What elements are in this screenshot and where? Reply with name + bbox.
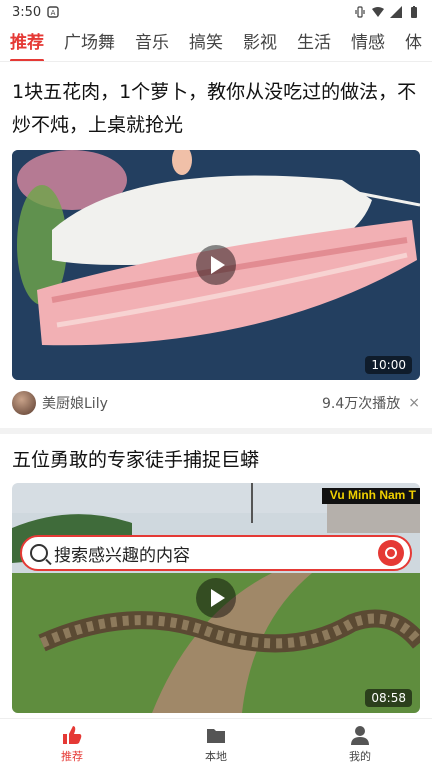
- notification-icon: A: [47, 6, 59, 18]
- user-icon: [351, 725, 369, 745]
- tab-movies[interactable]: 影视: [233, 24, 287, 61]
- nav-mine[interactable]: 我的: [288, 719, 432, 768]
- video-duration: 08:58: [365, 689, 412, 707]
- play-button[interactable]: [196, 578, 236, 618]
- search-icon: [385, 547, 397, 559]
- search-button[interactable]: [378, 540, 404, 566]
- video-card[interactable]: 1块五花肉，1个萝卜，教你从没吃过的做法，不炒不炖，上桌就抢光: [0, 76, 432, 142]
- tab-comedy[interactable]: 搞笑: [179, 24, 233, 61]
- video-title[interactable]: 1块五花肉，1个萝卜，教你从没吃过的做法，不炒不炖，上桌就抢光: [0, 76, 432, 142]
- clock: 3:50: [12, 4, 42, 20]
- search-placeholder[interactable]: 搜索感兴趣的内容: [54, 541, 378, 566]
- video-card[interactable]: 五位勇敢的专家徒手捕捉巨蟒: [0, 444, 432, 477]
- tab-music[interactable]: 音乐: [125, 24, 179, 61]
- tab-square-dance[interactable]: 广场舞: [54, 24, 125, 61]
- nav-label: 推荐: [61, 749, 83, 763]
- video-thumbnail[interactable]: Vu Minh Nam T 08:58: [12, 483, 420, 713]
- dismiss-icon[interactable]: ×: [408, 395, 420, 411]
- author-name[interactable]: 美厨娘Lily: [42, 393, 108, 413]
- wifi-icon: [372, 7, 384, 17]
- tab-recommend[interactable]: 推荐: [0, 24, 54, 61]
- signal-icon: [390, 6, 402, 18]
- view-count: 9.4万次播放: [322, 396, 401, 412]
- search-bar[interactable]: 搜索感兴趣的内容: [20, 535, 412, 571]
- vibrate-icon: [355, 6, 365, 18]
- play-button[interactable]: [196, 245, 236, 285]
- folder-icon: [207, 728, 225, 743]
- nav-local[interactable]: 本地: [144, 719, 288, 768]
- nav-recommend[interactable]: 推荐: [0, 719, 144, 768]
- video-duration: 10:00: [365, 356, 412, 374]
- tab-sports[interactable]: 体: [395, 24, 432, 61]
- tab-emotion[interactable]: 情感: [341, 24, 395, 61]
- search-icon: [30, 544, 48, 562]
- divider: [0, 428, 432, 434]
- category-tabs: 推荐 广场舞 音乐 搞笑 影视 生活 情感 体: [0, 24, 432, 62]
- video-meta: 美厨娘Lily 9.4万次播放 ×: [0, 386, 432, 420]
- tab-life[interactable]: 生活: [287, 24, 341, 61]
- thumbs-up-icon: [63, 725, 82, 744]
- battery-icon: [411, 6, 417, 18]
- nav-label: 本地: [205, 749, 227, 763]
- video-title[interactable]: 五位勇敢的专家徒手捕捉巨蟒: [0, 444, 432, 477]
- avatar[interactable]: [12, 391, 36, 415]
- bottom-nav: 推荐 本地 我的: [0, 718, 432, 768]
- svg-text:A: A: [51, 9, 56, 17]
- watermark: Vu Minh Nam T: [329, 488, 416, 502]
- status-bar: 3:50 A: [0, 0, 432, 24]
- nav-label: 我的: [349, 749, 371, 763]
- video-thumbnail[interactable]: 10:00: [12, 150, 420, 380]
